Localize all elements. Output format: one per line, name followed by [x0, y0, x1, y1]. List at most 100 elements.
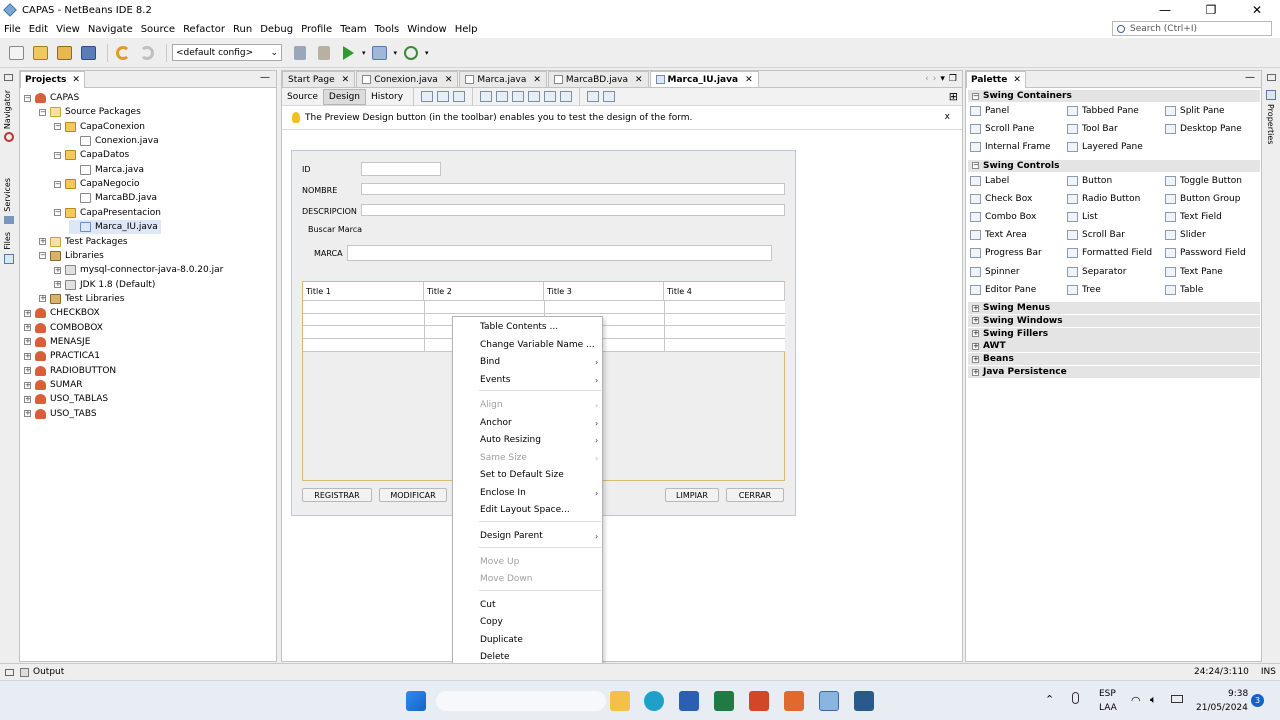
clock-time[interactable]: 9:38	[1228, 689, 1248, 699]
collapse-icon[interactable]: −	[54, 151, 61, 159]
menu-window[interactable]: Window	[403, 24, 450, 35]
menu-help[interactable]: Help	[451, 24, 482, 35]
align-right-icon[interactable]	[496, 91, 509, 102]
palette-item[interactable]: Button	[1067, 174, 1112, 188]
palette-item[interactable]: Spinner	[970, 265, 1020, 279]
context-menu-item[interactable]: Set to Default Size	[480, 470, 564, 480]
align-top-icon[interactable]	[528, 91, 541, 102]
expand-icon[interactable]: +	[24, 381, 31, 389]
context-menu-item[interactable]: Cut	[480, 600, 496, 610]
menu-file[interactable]: File	[0, 24, 25, 35]
close-icon[interactable]: ✕	[445, 75, 453, 85]
close-button[interactable]: ✕	[1234, 0, 1280, 20]
palette-item[interactable]: Text Field	[1165, 210, 1222, 224]
palette-item[interactable]: Progress Bar	[970, 246, 1042, 260]
tab-list-icon[interactable]: ▾	[940, 74, 945, 84]
preview-design-icon[interactable]	[453, 91, 466, 102]
undo-button[interactable]	[113, 43, 133, 63]
context-menu-item[interactable]: Duplicate	[480, 635, 523, 645]
tab-start-page[interactable]: Start Page ✕	[282, 71, 356, 87]
run-button[interactable]	[338, 43, 358, 63]
tab-marca-iu-java[interactable]: Marca_IU.java ✕	[649, 71, 759, 87]
debug-dropdown-icon[interactable]: ▾	[394, 49, 398, 57]
tree-item[interactable]: − CAPAS	[24, 91, 79, 105]
tab-marca-java[interactable]: Marca.java ✕	[459, 71, 547, 87]
battery-icon[interactable]	[1171, 695, 1183, 703]
context-menu-item[interactable]: Change Variable Name ...	[480, 340, 595, 350]
palette-item[interactable]: Split Pane	[1165, 104, 1225, 118]
palette-category[interactable]: + Java Persistence	[968, 366, 1260, 378]
textfield-id[interactable]	[361, 162, 441, 176]
windows-start-icon[interactable]	[406, 691, 426, 711]
palette-item[interactable]: Tabbed Pane	[1067, 104, 1139, 118]
microphone-icon[interactable]	[1072, 692, 1079, 704]
palette-item[interactable]: List	[1067, 210, 1098, 224]
tree-item[interactable]: + Test Packages	[39, 235, 128, 249]
align-left-icon[interactable]	[480, 91, 493, 102]
expand-icon[interactable]: +	[54, 266, 61, 274]
expand-icon[interactable]: +	[24, 309, 31, 317]
table-header-title-3[interactable]: Title 3	[544, 282, 664, 301]
textfield-descripcion[interactable]	[361, 204, 785, 216]
open-project-button[interactable]	[54, 43, 74, 63]
center-horizontal-icon[interactable]	[512, 91, 525, 102]
align-bottom-icon[interactable]	[544, 91, 557, 102]
label-marca[interactable]: MARCA	[314, 249, 343, 258]
palette-item[interactable]: Toggle Button	[1165, 174, 1242, 188]
close-icon[interactable]: ✕	[635, 75, 643, 85]
tree-item[interactable]: Marca.java	[69, 163, 144, 177]
edge-icon[interactable]	[644, 691, 664, 711]
expand-icon[interactable]: +	[972, 368, 979, 376]
expand-icon[interactable]: +	[24, 338, 31, 346]
menu-view[interactable]: View	[52, 24, 84, 35]
menu-refactor[interactable]: Refactor	[179, 24, 229, 35]
close-icon[interactable]: ✕	[342, 75, 350, 85]
close-icon[interactable]: ✕	[533, 75, 541, 85]
context-menu-item[interactable]: Auto Resizing	[480, 435, 541, 445]
palette-item[interactable]: Password Field	[1165, 246, 1246, 260]
palette-item[interactable]: Button Group	[1165, 192, 1240, 206]
tree-item[interactable]: Conexion.java	[69, 134, 159, 148]
tab-marcabd-java[interactable]: MarcaBD.java ✕	[547, 71, 649, 87]
expand-icon[interactable]: +	[54, 281, 61, 289]
collapse-icon[interactable]: −	[54, 180, 61, 188]
context-menu-item[interactable]: Copy	[480, 617, 503, 627]
navigator-tab[interactable]: Navigator	[3, 90, 12, 129]
notification-badge[interactable]: 3	[1251, 694, 1264, 707]
wifi-icon[interactable]: ◠	[1131, 694, 1141, 707]
palette-category[interactable]: + Swing Windows	[968, 314, 1260, 327]
palette-item[interactable]: Check Box	[970, 192, 1032, 206]
panel-title-buscar-marca[interactable]: Buscar Marca	[308, 225, 362, 234]
expand-icon[interactable]: +	[24, 324, 31, 332]
minimize-panel-button[interactable]: —	[260, 72, 270, 83]
tree-item[interactable]: − CapaPresentacion	[54, 206, 161, 220]
new-file-button[interactable]	[6, 43, 26, 63]
limpiar-button[interactable]: LIMPIAR	[665, 488, 719, 502]
context-menu-item[interactable]: Anchor	[480, 418, 512, 428]
table-header-title-1[interactable]: Title 1	[303, 282, 424, 301]
context-menu-item[interactable]: Events	[480, 375, 510, 385]
tree-item[interactable]: + RADIOBUTTON	[24, 364, 116, 378]
minimize-panel-button[interactable]: —	[1245, 72, 1255, 83]
collapse-icon[interactable]: −	[39, 108, 46, 116]
palette-item[interactable]: Internal Frame	[970, 140, 1051, 154]
palette-item[interactable]: Text Area	[970, 228, 1027, 242]
redo-button[interactable]	[137, 43, 157, 63]
palette-category[interactable]: + AWT	[968, 340, 1260, 353]
tree-item[interactable]: − Source Packages	[39, 105, 141, 119]
palette-item[interactable]: Tool Bar	[1067, 122, 1118, 136]
speaker-icon[interactable]: 🔈︎	[1150, 693, 1157, 707]
menu-edit[interactable]: Edit	[25, 24, 52, 35]
palette-item[interactable]: Desktop Pane	[1165, 122, 1242, 136]
center-vertical-icon[interactable]	[560, 91, 573, 102]
language-code[interactable]: ESP	[1099, 689, 1116, 699]
run-dropdown-icon[interactable]: ▾	[362, 49, 366, 57]
tree-item[interactable]: Marca_IU.java	[69, 220, 161, 235]
tree-item[interactable]: + USO_TABLAS	[24, 392, 108, 406]
search-taskbar-icon[interactable]	[436, 691, 606, 711]
palette-item[interactable]: Scroll Bar	[1067, 228, 1125, 242]
expand-icon[interactable]: +	[24, 367, 31, 375]
collapse-icon[interactable]: −	[972, 92, 979, 100]
tab-palette[interactable]: Palette ✕	[966, 70, 1026, 88]
vertical-resize-icon[interactable]	[603, 91, 616, 102]
